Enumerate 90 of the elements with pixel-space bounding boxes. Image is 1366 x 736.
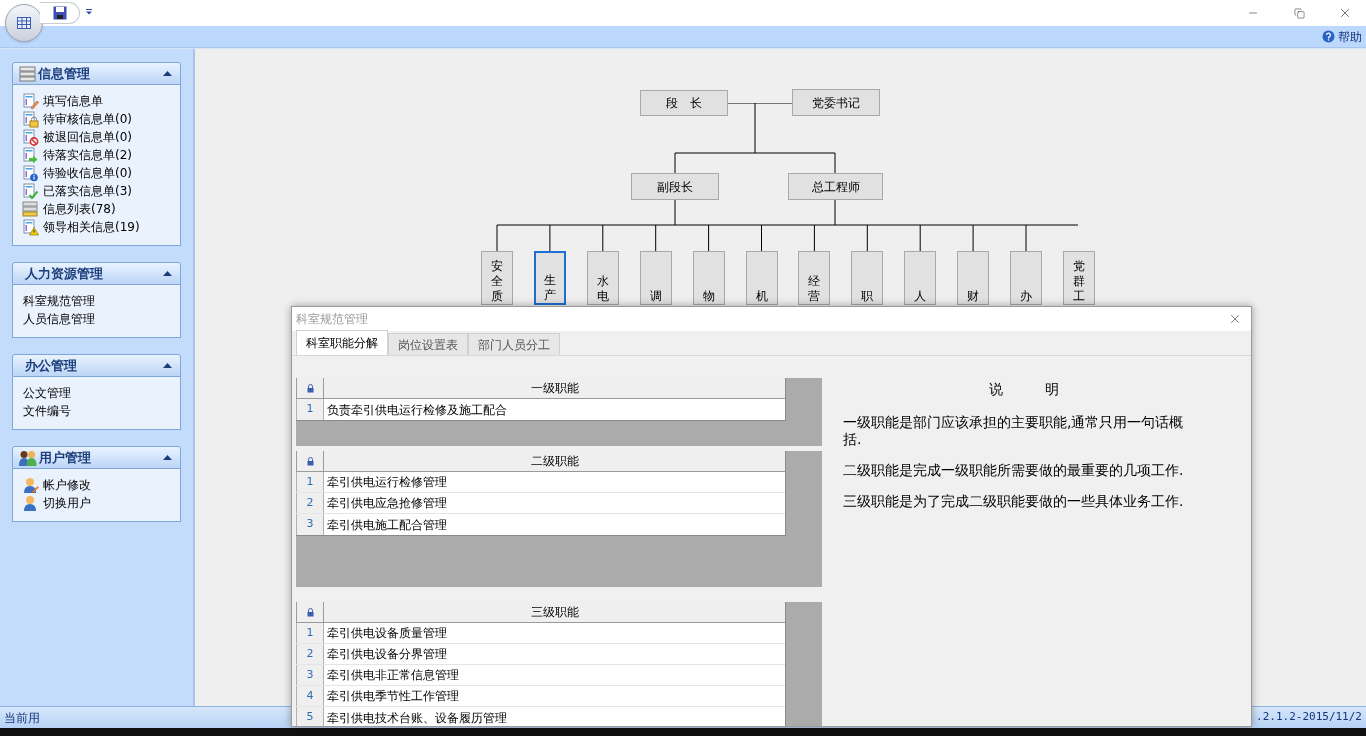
- tab[interactable]: 部门人员分工: [468, 333, 560, 355]
- group-title: 信息管理: [38, 64, 91, 83]
- nav-item[interactable]: 待验收信息单(0): [22, 164, 180, 182]
- nav-item[interactable]: 公文管理: [23, 384, 180, 402]
- user-icon: [22, 494, 39, 512]
- org-node[interactable]: 党委书记: [792, 89, 880, 116]
- group-title: 办公管理: [25, 356, 78, 375]
- department-node[interactable]: 机: [745, 251, 778, 305]
- row-number: 3: [296, 514, 324, 535]
- note-paragraph: 三级职能是为了完成二级职能要做的一些具体业务工作.: [843, 493, 1185, 510]
- row-number: 1: [296, 399, 324, 420]
- close-icon: [1228, 312, 1242, 326]
- close-icon: [1338, 6, 1352, 20]
- group-header[interactable]: 用户管理: [12, 446, 181, 469]
- department-node[interactable]: 调: [639, 251, 672, 305]
- row-number: 2: [296, 493, 324, 513]
- info-document-icon: [22, 164, 39, 182]
- table-cell-text: 牵引供电设备分界管理: [326, 646, 448, 663]
- org-node[interactable]: 副段长: [631, 173, 719, 200]
- warning-document-icon: [22, 218, 39, 236]
- table-cell-text: 牵引供电技术台账、设备履历管理: [326, 709, 508, 726]
- department-node[interactable]: 办: [1010, 251, 1042, 305]
- status-user: 当前用: [4, 709, 40, 727]
- department-node[interactable]: 经营: [798, 251, 831, 305]
- nav-item[interactable]: 帐户修改: [22, 476, 180, 494]
- check-document-icon: [22, 182, 39, 200]
- nav-item[interactable]: 文件编号: [23, 402, 180, 420]
- users-icon: [19, 449, 37, 466]
- quick-access-dropdown[interactable]: [85, 7, 93, 17]
- department-node[interactable]: 党群工: [1062, 251, 1095, 305]
- note-paragraph: 二级职能是完成一级职能所需要做的最重要的几项工作.: [843, 462, 1185, 479]
- nav-item[interactable]: 科室规范管理: [23, 292, 180, 310]
- nav-item[interactable]: 人员信息管理: [23, 310, 180, 328]
- nav-item[interactable]: 待审核信息单(0): [22, 110, 180, 128]
- table-icon: [17, 17, 31, 29]
- nav-item[interactable]: 切换用户: [22, 494, 180, 512]
- group-header[interactable]: 信息管理: [12, 62, 181, 85]
- department-node[interactable]: 物: [692, 251, 725, 305]
- table-cell-text: 牵引供电应急抢修管理: [326, 495, 448, 512]
- group-title: 用户管理: [39, 448, 92, 467]
- table-cell-text: 负责牵引供电运行检修及施工配合: [326, 401, 508, 419]
- org-node[interactable]: 总工程师: [788, 173, 883, 200]
- department-node[interactable]: 职: [851, 251, 884, 305]
- database-icon: [19, 65, 36, 82]
- department-node[interactable]: 人: [904, 251, 937, 305]
- help-button[interactable]: 帮助: [1322, 27, 1362, 46]
- lock-icon: [306, 383, 314, 393]
- nav-item[interactable]: 填写信息单: [22, 92, 180, 110]
- lock-icon: [306, 607, 314, 617]
- table-cell-text: 牵引供电季节性工作管理: [326, 688, 460, 705]
- lock-icon: [306, 456, 314, 466]
- nav-item[interactable]: 被退回信息单(0): [22, 128, 180, 146]
- user-pencil-icon: [22, 476, 39, 494]
- department-node[interactable]: 水电: [586, 251, 619, 305]
- save-button[interactable]: [51, 5, 68, 21]
- list-stack-icon: [22, 200, 39, 218]
- tab[interactable]: 岗位设置表: [388, 333, 468, 355]
- row-number: 1: [296, 472, 324, 492]
- restore-icon: [1293, 7, 1305, 19]
- pencil-document-icon: [22, 92, 39, 110]
- row-number: 4: [296, 686, 324, 706]
- row-number: 3: [296, 665, 324, 685]
- department-node[interactable]: 安全质: [481, 251, 513, 305]
- table-cell-text: 牵引供电非正常信息管理: [326, 667, 460, 684]
- note-paragraph: 一级职能是部门应该承担的主要职能,通常只用一句话概括.: [843, 414, 1185, 448]
- group-header[interactable]: 办公管理: [12, 354, 181, 377]
- tab[interactable]: 科室职能分解: [296, 330, 388, 355]
- status-version: .2.1.2-2015/11/2: [1256, 709, 1362, 726]
- department-node[interactable]: 生产: [533, 251, 566, 305]
- org-node[interactable]: 段 长: [640, 90, 728, 116]
- notes-title: 说 明: [988, 380, 1060, 399]
- table-cell-text: 牵引供电施工配合管理: [326, 516, 448, 534]
- nav-item[interactable]: 信息列表(78): [22, 200, 180, 218]
- nav-item[interactable]: 已落实信息单(3): [22, 182, 180, 200]
- no-sign-document-icon: [22, 128, 39, 146]
- lock-document-icon: [22, 110, 39, 128]
- caret-icon: [86, 9, 92, 15]
- dialog-title: 科室规范管理: [296, 311, 368, 328]
- arrow-document-icon: [22, 146, 39, 164]
- table-cell-text: 牵引供电运行检修管理: [326, 474, 448, 491]
- help-icon: [1322, 30, 1335, 43]
- row-number: 1: [296, 623, 324, 643]
- table-cell-text: 牵引供电设备质量管理: [326, 625, 448, 642]
- row-number: 2: [296, 644, 324, 664]
- group-title: 人力资源管理: [25, 264, 104, 283]
- row-number: 5: [296, 707, 324, 726]
- department-node[interactable]: 财: [957, 251, 990, 305]
- nav-item[interactable]: 待落实信息单(2): [22, 146, 180, 164]
- group-header[interactable]: 人力资源管理: [12, 262, 181, 285]
- nav-item[interactable]: 领导相关信息(19): [22, 218, 180, 236]
